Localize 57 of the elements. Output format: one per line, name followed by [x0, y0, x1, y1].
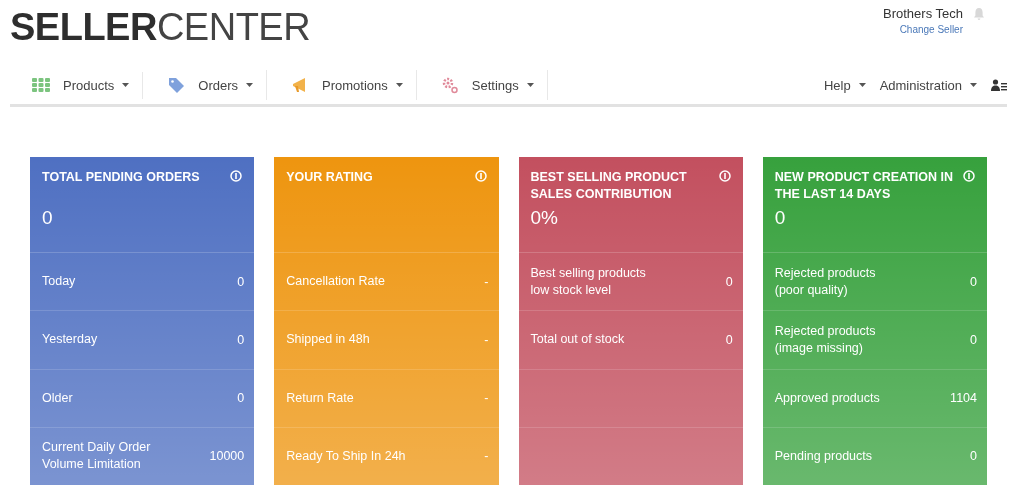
metric-value: 0: [725, 332, 733, 347]
seller-name: Brothers Tech: [883, 6, 963, 21]
nav-menu[interactable]: Promotions: [267, 70, 417, 100]
metric-label: Shipped in 48h: [286, 331, 370, 349]
metric-value: 0: [970, 449, 977, 464]
card-title: TOTAL PENDING ORDERS: [42, 169, 200, 186]
card-title: YOUR RATING: [286, 169, 373, 186]
change-seller-link[interactable]: Change Seller: [899, 24, 963, 35]
metric-label: Older: [42, 389, 73, 407]
metric-value: 0: [237, 332, 245, 347]
metric-label: Total out of stock: [530, 331, 625, 349]
info-icon[interactable]: [718, 170, 731, 182]
metric-label: Rejected products (image missing): [774, 322, 877, 357]
card-value: 0: [42, 207, 54, 229]
card-title: NEW PRODUCT CREATION IN THE LAST 14 DAYS: [774, 169, 954, 203]
metric-label: Ready To Ship In 24h: [286, 447, 406, 465]
metric-value: 0: [237, 391, 245, 406]
card-value: 0%: [530, 207, 559, 229]
metric-value: -: [484, 274, 489, 289]
metric-label: Cancellation Rate: [286, 273, 385, 291]
metric-value: -: [484, 391, 489, 406]
metric-value: 0: [970, 274, 977, 289]
caret-icon: [246, 83, 254, 87]
metric-value: 0: [970, 332, 977, 347]
metric-value: 10000: [209, 449, 245, 464]
metric-label: Today: [42, 273, 76, 291]
nav-menu[interactable]: Orders: [143, 70, 268, 100]
metric-label: Rejected products (poor quality): [774, 264, 877, 299]
metric-value: 0: [237, 274, 245, 289]
nav-menu[interactable]: Help: [815, 73, 872, 97]
metric-value: -: [484, 449, 489, 464]
caret-icon: [122, 83, 130, 87]
caret-icon: [970, 83, 977, 87]
metric-value: 1104: [950, 391, 977, 406]
metric-label: Approved products: [774, 389, 880, 407]
metric-label: Return Rate: [286, 389, 354, 407]
caret-icon: [395, 83, 403, 87]
caret-icon: [526, 83, 534, 87]
card-value: 0: [774, 207, 787, 229]
nav-menu[interactable]: Administration: [871, 73, 983, 97]
metric-value: 0: [725, 274, 733, 289]
metric-label: Pending products: [774, 447, 873, 465]
metric-value: -: [484, 332, 489, 347]
info-icon[interactable]: [230, 170, 243, 182]
metric-label: Yesterday: [42, 331, 98, 349]
user-list-icon[interactable]: [991, 78, 1007, 92]
metric-label: Current Daily Order Volume Limitation: [42, 439, 152, 474]
grid-icon: [32, 78, 50, 92]
metric-label: Best selling products low stock level: [530, 264, 647, 299]
info-icon[interactable]: [474, 170, 487, 182]
seller-center-logo[interactable]: SELLERCENTER: [10, 4, 311, 50]
tag-icon: [167, 76, 186, 94]
nav-menu[interactable]: Settings: [416, 70, 548, 100]
caret-icon: [858, 83, 866, 87]
card-title: BEST SELLING PRODUCT SALES CONTRIBUTION: [530, 169, 688, 203]
nav-menu[interactable]: Products: [10, 71, 144, 99]
info-icon[interactable]: [963, 170, 975, 182]
